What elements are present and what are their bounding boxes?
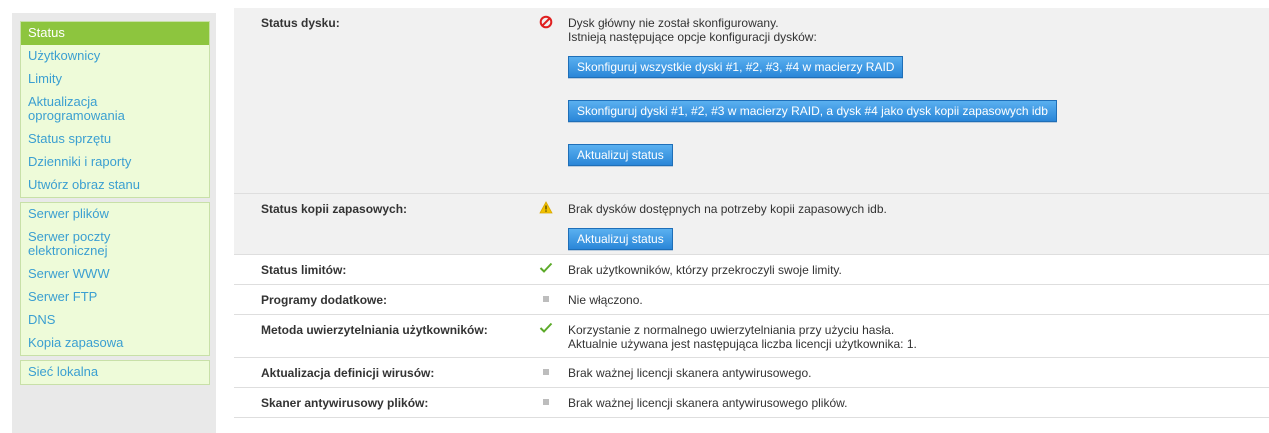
row-auth-method: Metoda uwierzytelniania użytkowników: Ko…: [234, 315, 1269, 358]
row-label: Metoda uwierzytelniania użytkowników:: [261, 323, 488, 337]
square-icon: [524, 285, 568, 314]
sidebar-group: Serwer plików Serwer poczty elektroniczne…: [20, 202, 210, 356]
sidebar-item-użytkownicy[interactable]: Użytkownicy: [21, 45, 209, 68]
row-value: Brak dysków dostępnych na potrzeby kopii…: [568, 194, 1269, 254]
error-icon: [524, 8, 568, 193]
disk-status-text: Dysk główny nie został skonfigurowany.: [568, 16, 779, 30]
configure-raid-backup-button[interactable]: Skonfiguruj dyski #1, #2, #3 w macierzy …: [568, 100, 1057, 122]
sidebar-item-utwórz-obraz-stanu[interactable]: Utwórz obraz stanu: [21, 174, 209, 197]
row-label: Programy dodatkowe:: [261, 293, 388, 307]
refresh-status-button[interactable]: Aktualizuj status: [568, 144, 673, 166]
row-label: Status dysku:: [261, 16, 340, 30]
row-label: Skaner antywirusowy plików:: [261, 396, 429, 410]
check-icon: [524, 315, 568, 357]
auth-method-text: Korzystanie z normalnego uwierzytelniani…: [568, 323, 895, 337]
row-disk-status: Status dysku: Dysk główny nie został sko…: [234, 8, 1269, 194]
sidebar-item-serwer-plików[interactable]: Serwer plików: [21, 203, 209, 226]
sidebar-menu: Status Użytkownicy Limity Aktualizacja opro…: [20, 21, 210, 389]
sidebar-group: Sieć lokalna: [20, 360, 210, 385]
sidebar-item-serwer-poczty-elektronicznej[interactable]: Serwer poczty elektronicznej: [21, 226, 209, 263]
sidebar-item-dzienniki-i-raporty[interactable]: Dzienniki i raporty: [21, 151, 209, 174]
square-icon: [524, 358, 568, 387]
row-virus-definitions: Aktualizacja definicji wirusów: Brak waż…: [234, 358, 1269, 388]
sidebar-item-serwer-www[interactable]: Serwer WWW: [21, 263, 209, 286]
row-limits-status: Status limitów: Brak użytkowników, którz…: [234, 255, 1269, 285]
status-table: Status dysku: Dysk główny nie został sko…: [234, 8, 1269, 418]
square-icon: [524, 388, 568, 417]
disk-options-text: Istnieją następujące opcje konfiguracji …: [568, 30, 817, 44]
row-label: Status limitów:: [261, 263, 347, 277]
sidebar-item-aktualizacja-oprogramowania[interactable]: Aktualizacja oprogramowania: [21, 91, 209, 128]
sidebar-item-sieć-lokalna[interactable]: Sieć lokalna: [21, 361, 209, 384]
refresh-status-button[interactable]: Aktualizuj status: [568, 228, 673, 250]
row-label: Status kopii zapasowych:: [261, 202, 408, 216]
row-value: Korzystanie z normalnego uwierzytelniani…: [568, 315, 1269, 357]
row-addons: Programy dodatkowe: Nie włączono.: [234, 285, 1269, 315]
row-value: Brak ważnej licencji skanera antywirusow…: [568, 366, 812, 380]
row-backup-status: Status kopii zapasowych: Brak dysków dos…: [234, 194, 1269, 255]
row-value: Brak użytkowników, którzy przekroczyli s…: [568, 263, 842, 277]
warning-icon: [524, 194, 568, 254]
row-value: Dysk główny nie został skonfigurowany. I…: [568, 8, 1269, 193]
sidebar: Status Użytkownicy Limity Aktualizacja opro…: [12, 13, 216, 433]
sidebar-item-kopia-zapasowa[interactable]: Kopia zapasowa: [21, 332, 209, 355]
sidebar-group: Status Użytkownicy Limity Aktualizacja opro…: [20, 21, 210, 198]
backup-status-text: Brak dysków dostępnych na potrzeby kopii…: [568, 202, 887, 216]
sidebar-item-serwer-ftp[interactable]: Serwer FTP: [21, 286, 209, 309]
check-icon: [524, 255, 568, 284]
row-file-scanner: Skaner antywirusowy plików: Brak ważnej …: [234, 388, 1269, 418]
sidebar-item-dns[interactable]: DNS: [21, 309, 209, 332]
sidebar-item-status[interactable]: Status: [21, 22, 209, 45]
row-value: Nie włączono.: [568, 293, 643, 307]
sidebar-item-limity[interactable]: Limity: [21, 68, 209, 91]
row-label: Aktualizacja definicji wirusów:: [261, 366, 435, 380]
configure-raid-all-button[interactable]: Skonfiguruj wszystkie dyski #1, #2, #3, …: [568, 56, 904, 78]
sidebar-item-status-sprzętu[interactable]: Status sprzętu: [21, 128, 209, 151]
row-value: Brak ważnej licencji skanera antywirusow…: [568, 396, 848, 410]
license-count-text: Aktualnie używana jest następująca liczb…: [568, 337, 917, 351]
